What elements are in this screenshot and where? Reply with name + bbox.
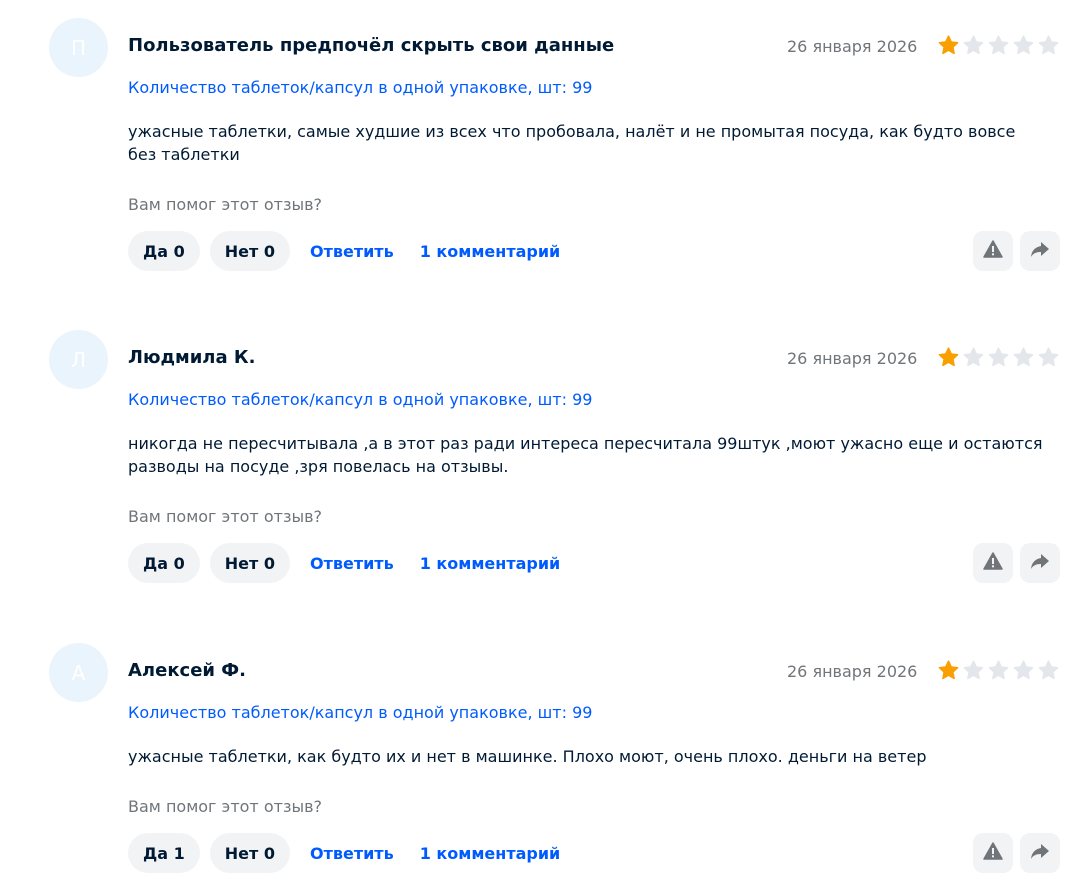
reply-button[interactable]: Ответить bbox=[310, 844, 394, 863]
review-author: Алексей Ф. bbox=[128, 660, 246, 681]
star-empty-icon bbox=[988, 35, 1009, 55]
helpful-no-button[interactable]: Нет 0 bbox=[209, 543, 290, 583]
star-empty-icon bbox=[1038, 347, 1059, 367]
rating-stars bbox=[937, 659, 1060, 682]
review-author: Людмила К. bbox=[128, 347, 256, 368]
comments-link[interactable]: 1 комментарий bbox=[420, 844, 561, 863]
review-text: никогда не пересчитывала ,а в этот раз р… bbox=[128, 434, 1043, 476]
share-arrow-icon bbox=[1030, 552, 1050, 574]
warning-icon bbox=[983, 240, 1003, 262]
helpful-no-button[interactable]: Нет 0 bbox=[209, 833, 290, 873]
review-card: Л Людмила К. 26 января 2026 Количество т… bbox=[0, 330, 1090, 600]
review-date: 26 января 2026 bbox=[787, 37, 918, 56]
warning-icon bbox=[983, 842, 1003, 864]
star-empty-icon bbox=[963, 347, 984, 367]
star-empty-icon bbox=[1013, 660, 1034, 680]
warning-icon bbox=[983, 552, 1003, 574]
star-empty-icon bbox=[1038, 660, 1059, 680]
product-variant-link[interactable]: Количество таблеток/капсул в одной упако… bbox=[128, 390, 592, 409]
star-empty-icon bbox=[963, 35, 984, 55]
comments-link[interactable]: 1 комментарий bbox=[420, 554, 561, 573]
rating-stars bbox=[937, 346, 1060, 369]
review-actions: Да 0 Нет 0 Ответить 1 комментарий bbox=[128, 543, 572, 583]
product-variant-link[interactable]: Количество таблеток/капсул в одной упако… bbox=[128, 703, 592, 722]
helpful-yes-button[interactable]: Да 0 bbox=[128, 543, 200, 583]
review-text: ужасные таблетки, самые худшие из всех ч… bbox=[128, 122, 1016, 164]
review-actions: Да 0 Нет 0 Ответить 1 комментарий bbox=[128, 231, 572, 271]
star-filled-icon bbox=[938, 347, 959, 367]
share-button[interactable] bbox=[1020, 833, 1060, 873]
helpful-yes-button[interactable]: Да 1 bbox=[128, 833, 200, 873]
helpful-prompt: Вам помог этот отзыв? bbox=[128, 507, 323, 526]
review-author: Пользователь предпочёл скрыть свои данны… bbox=[128, 35, 615, 56]
avatar[interactable]: Л bbox=[49, 330, 108, 389]
reply-button[interactable]: Ответить bbox=[310, 554, 394, 573]
helpful-prompt: Вам помог этот отзыв? bbox=[128, 797, 323, 816]
review-date: 26 января 2026 bbox=[787, 349, 918, 368]
report-button[interactable] bbox=[973, 833, 1013, 873]
star-empty-icon bbox=[988, 347, 1009, 367]
star-empty-icon bbox=[963, 660, 984, 680]
share-button[interactable] bbox=[1020, 231, 1060, 271]
avatar[interactable]: П bbox=[49, 18, 108, 77]
reply-button[interactable]: Ответить bbox=[310, 242, 394, 261]
product-variant-link[interactable]: Количество таблеток/капсул в одной упако… bbox=[128, 78, 592, 97]
review-card: П Пользователь предпочёл скрыть свои дан… bbox=[0, 18, 1090, 288]
report-button[interactable] bbox=[973, 231, 1013, 271]
review-card: А Алексей Ф. 26 января 2026 Количество т… bbox=[0, 643, 1090, 885]
star-empty-icon bbox=[1038, 35, 1059, 55]
rating-stars bbox=[937, 34, 1060, 57]
share-arrow-icon bbox=[1030, 240, 1050, 262]
helpful-yes-button[interactable]: Да 0 bbox=[128, 231, 200, 271]
star-empty-icon bbox=[1013, 35, 1034, 55]
helpful-no-button[interactable]: Нет 0 bbox=[209, 231, 290, 271]
star-filled-icon bbox=[938, 35, 959, 55]
star-filled-icon bbox=[938, 660, 959, 680]
review-date: 26 января 2026 bbox=[787, 662, 918, 681]
review-text: ужасные таблетки, как будто их и нет в м… bbox=[128, 747, 927, 766]
helpful-prompt: Вам помог этот отзыв? bbox=[128, 195, 323, 214]
comments-link[interactable]: 1 комментарий bbox=[420, 242, 561, 261]
review-actions: Да 1 Нет 0 Ответить 1 комментарий bbox=[128, 833, 572, 873]
star-empty-icon bbox=[988, 660, 1009, 680]
avatar[interactable]: А bbox=[49, 643, 108, 702]
share-button[interactable] bbox=[1020, 543, 1060, 583]
star-empty-icon bbox=[1013, 347, 1034, 367]
share-arrow-icon bbox=[1030, 842, 1050, 864]
report-button[interactable] bbox=[973, 543, 1013, 583]
